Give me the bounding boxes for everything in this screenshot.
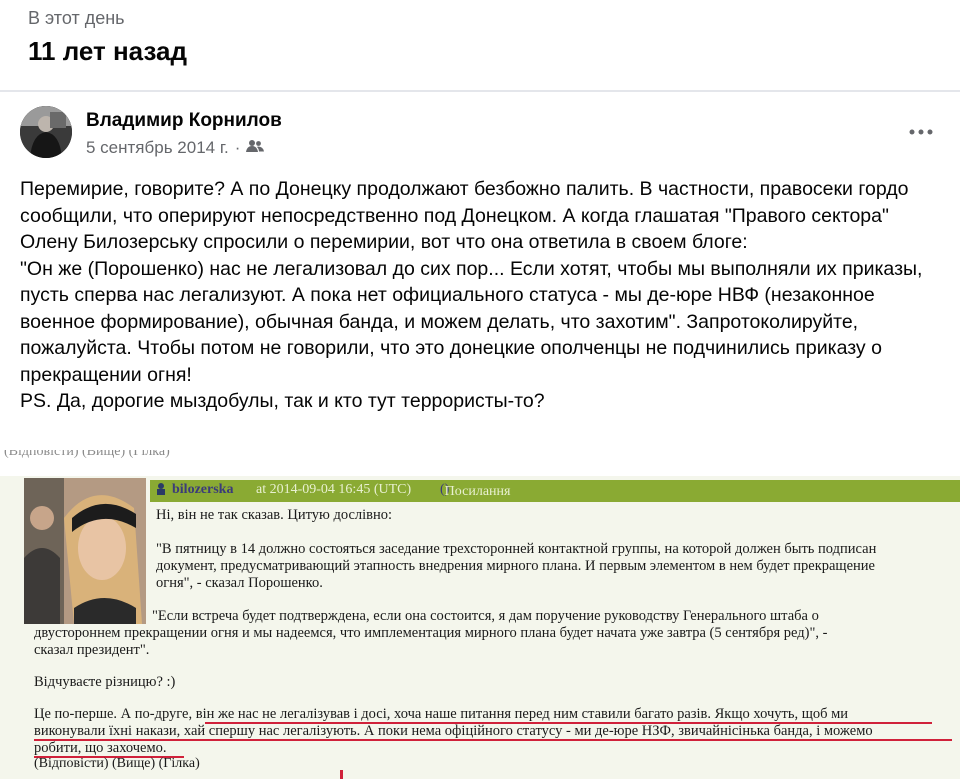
memory-header: В этот день 11 лет назад (0, 0, 960, 92)
embed-top-strip: (Відповісти) (Вище) (Гілка) (0, 450, 960, 476)
embed-line: Відчуваєте різницю? :) (34, 674, 176, 690)
embed-link-label[interactable]: Посилання (445, 484, 511, 500)
embed-top-links: (Відповісти) (Вище) (Гілка) (4, 450, 170, 459)
embed-line: виконували їхні накази, хай спершу нас л… (34, 723, 873, 739)
embed-username[interactable]: bilozerska (172, 482, 233, 498)
memory-label: В этот день (28, 8, 125, 28)
embed-user-photo (24, 478, 146, 624)
red-underline (34, 739, 952, 741)
memory-title: 11 лет назад (28, 36, 187, 66)
embed-line: документ, предусматривающий этапность вн… (156, 558, 875, 574)
more-options-button[interactable] (904, 118, 938, 146)
embed-bottom-links[interactable]: (Відповісти) (Вище) (Гілка) (34, 756, 200, 772)
post-date[interactable]: 5 сентябрь 2014 г. (86, 138, 229, 158)
red-underline (205, 722, 932, 724)
embed-link[interactable]: (Посилання) (440, 482, 510, 499)
embed-comment-header: bilozerska at 2014-09-04 16:45 (UTC) (По… (150, 480, 960, 502)
date-separator: · (234, 138, 241, 157)
embed-line: "В пятницу в 14 должно состояться заседа… (156, 541, 877, 557)
divider (0, 90, 960, 92)
embed-line: сказал президент". (34, 642, 150, 658)
embed-line: двустороннем прекращении огня и мы надее… (34, 625, 828, 641)
embedded-screenshot: (Відповісти) (Вище) (Гілка) bilozerska a… (0, 450, 960, 779)
user-icon (154, 482, 168, 501)
embed-timestamp: at 2014-09-04 16:45 (UTC) (256, 482, 412, 497)
friends-icon[interactable] (246, 138, 265, 158)
embed-line: огня", - сказал Порошенко. (156, 575, 323, 591)
avatar[interactable] (20, 106, 72, 158)
red-mark (340, 770, 343, 779)
embed-line: Ні, він не так сказав. Цитую дослівно: (156, 507, 393, 523)
embed-line: Це по-перше. А по-друге, він же нас не л… (34, 706, 849, 722)
more-horizontal-icon (909, 129, 933, 135)
embed-line: "Если встреча будет подтверждена, если о… (152, 608, 819, 624)
embed-line: робити, що захочемо. (34, 740, 167, 756)
author-name[interactable]: Владимир Корнилов (86, 110, 282, 132)
post-meta: 5 сентябрь 2014 г. · (86, 138, 265, 158)
avatar-photo (20, 106, 72, 158)
post-text: Перемирие, говорите? А по Донецку продол… (20, 178, 923, 412)
